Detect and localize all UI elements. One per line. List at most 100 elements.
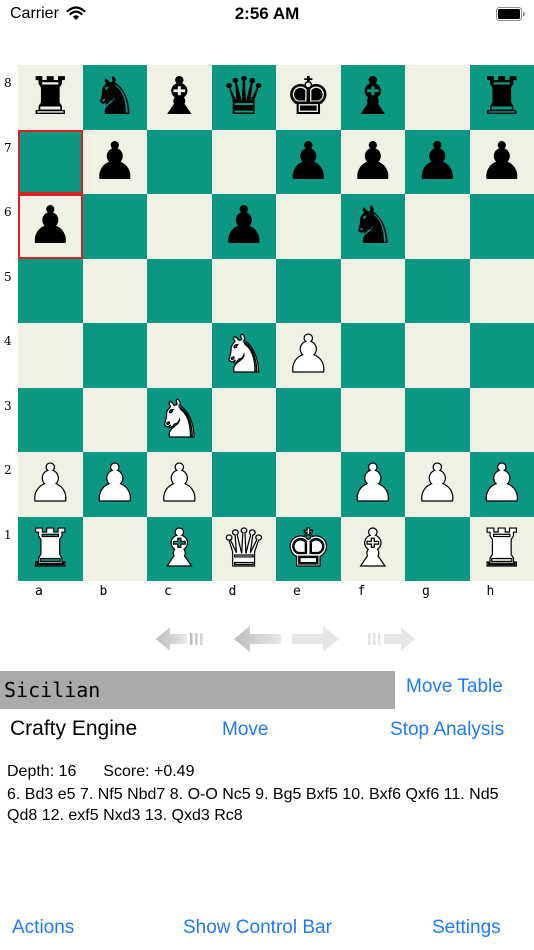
white-pawn-icon[interactable]: ♟ [91, 458, 139, 511]
square-e5[interactable] [276, 258, 341, 323]
black-pawn-icon[interactable]: ♟ [27, 200, 74, 252]
square-b2[interactable]: ♟ [82, 452, 147, 517]
square-g2[interactable]: ♟ [405, 452, 470, 517]
white-queen-icon[interactable]: ♛ [220, 522, 268, 575]
square-g7[interactable]: ♟ [405, 129, 470, 194]
square-f2[interactable]: ♟ [340, 452, 405, 517]
white-knight-icon[interactable]: ♞ [220, 329, 268, 382]
square-f6[interactable]: ♞ [340, 194, 405, 259]
black-rook-icon[interactable]: ♜ [27, 71, 74, 123]
square-c5[interactable] [147, 258, 212, 323]
forward-to-end-button[interactable] [366, 622, 416, 656]
square-a5[interactable] [18, 258, 83, 323]
white-pawn-icon[interactable]: ♟ [349, 458, 397, 511]
black-king-icon[interactable]: ♚ [285, 71, 332, 123]
square-h3[interactable] [469, 387, 534, 452]
black-knight-icon[interactable]: ♞ [349, 200, 396, 252]
square-d5[interactable] [211, 258, 276, 323]
square-e1[interactable]: ♚ [276, 516, 341, 581]
square-a4[interactable] [18, 323, 83, 388]
black-pawn-icon[interactable]: ♟ [414, 136, 461, 188]
white-rook-icon[interactable]: ♜ [26, 522, 74, 575]
square-h8[interactable]: ♜ [469, 65, 534, 130]
square-d2[interactable] [211, 452, 276, 517]
black-bishop-icon[interactable]: ♝ [349, 71, 396, 123]
square-a6[interactable]: ♟ [18, 194, 83, 259]
square-e7[interactable]: ♟ [276, 129, 341, 194]
square-e4[interactable]: ♟ [276, 323, 341, 388]
black-pawn-icon[interactable]: ♟ [285, 136, 332, 188]
black-pawn-icon[interactable]: ♟ [91, 136, 138, 188]
square-h2[interactable]: ♟ [469, 452, 534, 517]
square-e3[interactable] [276, 387, 341, 452]
square-h7[interactable]: ♟ [469, 129, 534, 194]
square-g6[interactable] [405, 194, 470, 259]
white-pawn-icon[interactable]: ♟ [413, 458, 461, 511]
square-a1[interactable]: ♜ [18, 516, 83, 581]
black-pawn-icon[interactable]: ♟ [478, 136, 525, 188]
white-pawn-icon[interactable]: ♟ [284, 329, 332, 382]
square-g4[interactable] [405, 323, 470, 388]
black-rook-icon[interactable]: ♜ [478, 71, 525, 123]
square-c1[interactable]: ♝ [147, 516, 212, 581]
black-pawn-icon[interactable]: ♟ [349, 136, 396, 188]
square-e8[interactable]: ♚ [276, 65, 341, 130]
square-e6[interactable] [276, 194, 341, 259]
square-a3[interactable] [18, 387, 83, 452]
square-g5[interactable] [405, 258, 470, 323]
square-d6[interactable]: ♟ [211, 194, 276, 259]
black-queen-icon[interactable]: ♛ [220, 71, 267, 123]
white-knight-icon[interactable]: ♞ [155, 393, 203, 446]
square-h4[interactable] [469, 323, 534, 388]
square-d8[interactable]: ♛ [211, 65, 276, 130]
square-f7[interactable]: ♟ [340, 129, 405, 194]
square-b5[interactable] [82, 258, 147, 323]
white-king-icon[interactable]: ♚ [284, 522, 332, 575]
square-b1[interactable] [82, 516, 147, 581]
white-pawn-icon[interactable]: ♟ [155, 458, 203, 511]
square-f3[interactable] [340, 387, 405, 452]
square-g1[interactable] [405, 516, 470, 581]
square-c3[interactable]: ♞ [147, 387, 212, 452]
square-b4[interactable] [82, 323, 147, 388]
move-button[interactable]: Move [222, 719, 268, 741]
black-knight-icon[interactable]: ♞ [91, 71, 138, 123]
square-g3[interactable] [405, 387, 470, 452]
white-bishop-icon[interactable]: ♝ [349, 522, 397, 575]
square-d7[interactable] [211, 129, 276, 194]
square-c8[interactable]: ♝ [147, 65, 212, 130]
stop-analysis-button[interactable]: Stop Analysis [390, 719, 504, 741]
white-rook-icon[interactable]: ♜ [478, 522, 526, 575]
square-c2[interactable]: ♟ [147, 452, 212, 517]
chess-board[interactable]: ♜ ♞ ♝ ♛ ♚ ♝ ♜ ♟ ♟ ♟ ♟ ♟ ♟ ♟ ♞ ♞ ♟ ♞ ♟ ♟ ♟ ♟ ♟ ♟ ♜ ♝ ♛ ♚ ♝ ♜ [18, 65, 534, 581]
white-pawn-icon[interactable]: ♟ [478, 458, 526, 511]
square-a2[interactable]: ♟ [18, 452, 83, 517]
square-h1[interactable]: ♜ [469, 516, 534, 581]
square-b6[interactable] [82, 194, 147, 259]
step-back-button[interactable] [233, 622, 283, 656]
rewind-to-start-button[interactable] [155, 622, 205, 656]
square-d4[interactable]: ♞ [211, 323, 276, 388]
square-b3[interactable] [82, 387, 147, 452]
square-b7[interactable]: ♟ [82, 129, 147, 194]
white-pawn-icon[interactable]: ♟ [26, 458, 74, 511]
square-d1[interactable]: ♛ [211, 516, 276, 581]
settings-button[interactable]: Settings [432, 917, 501, 939]
square-c7[interactable] [147, 129, 212, 194]
square-c6[interactable] [147, 194, 212, 259]
actions-button[interactable]: Actions [12, 917, 74, 939]
square-h5[interactable] [469, 258, 534, 323]
square-f1[interactable]: ♝ [340, 516, 405, 581]
black-pawn-icon[interactable]: ♟ [220, 200, 267, 252]
square-a8[interactable]: ♜ [18, 65, 83, 130]
square-b8[interactable]: ♞ [82, 65, 147, 130]
move-table-button[interactable]: Move Table [406, 676, 503, 698]
square-g8[interactable] [405, 65, 470, 130]
step-forward-button[interactable] [290, 622, 340, 656]
square-f5[interactable] [340, 258, 405, 323]
square-f4[interactable] [340, 323, 405, 388]
black-bishop-icon[interactable]: ♝ [156, 71, 203, 123]
white-bishop-icon[interactable]: ♝ [155, 522, 203, 575]
square-a7[interactable] [18, 129, 83, 194]
show-control-bar-button[interactable]: Show Control Bar [183, 917, 332, 939]
